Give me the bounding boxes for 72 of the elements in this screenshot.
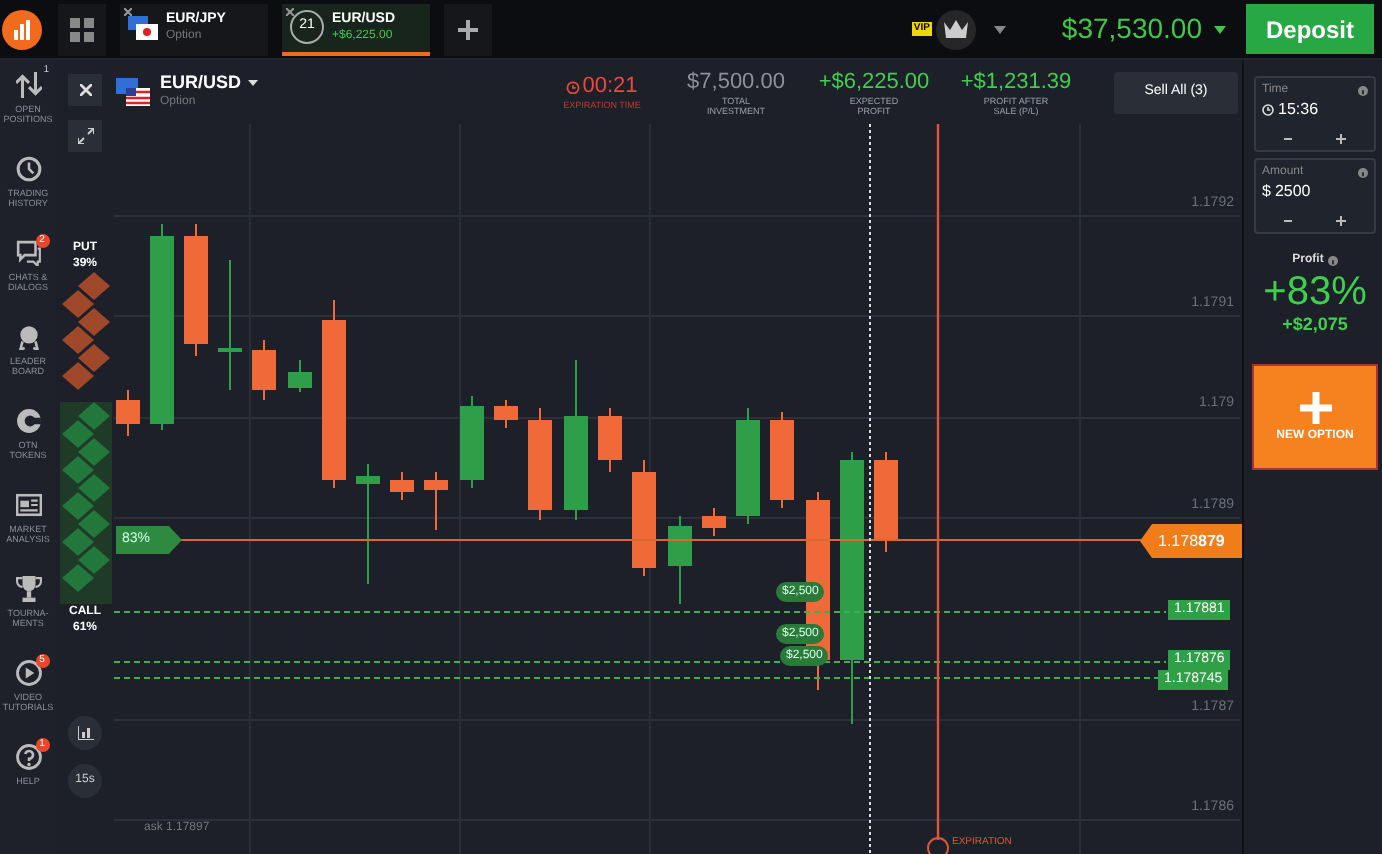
candle [288,359,312,393]
close-icon [124,7,132,15]
play-icon [15,660,41,686]
clock-icon [1262,104,1274,116]
stat-value: 00:21 [582,74,638,100]
arrows-icon [15,72,41,98]
chart-type-button[interactable] [68,716,102,750]
candle [874,451,898,553]
flag-icon [116,78,150,106]
grid-icon [70,17,94,41]
candle [598,407,622,473]
add-tab-button[interactable] [444,3,492,55]
current-price-tag: 1.178879 [1140,524,1242,558]
plus-icon [458,19,478,39]
minus-icon [1284,220,1293,222]
account-button[interactable] [935,9,976,49]
info-icon [1358,167,1368,177]
candle [252,339,276,401]
chat-icon [15,240,41,266]
candle [116,389,140,437]
profit-amount: +$2,075 [1282,314,1348,336]
candle [390,471,414,501]
deposit-button[interactable]: Deposit [1246,4,1374,54]
profit-percent: +83% [1263,270,1367,314]
clock-icon [15,156,41,182]
candle [356,463,380,585]
candle [218,259,242,391]
stat-value: +$6,225.00 [818,69,930,95]
help-icon [15,744,41,770]
coin-icon [15,408,41,434]
info-icon [1358,85,1368,95]
candle [184,223,208,357]
amount-value: 2500 [1274,180,1311,204]
plus-icon [1336,216,1347,226]
plus-icon [1336,134,1347,144]
candle [424,471,448,531]
flag-icon [128,15,158,39]
currency-symbol: $ [1262,180,1271,204]
crown-icon [943,20,968,38]
amount-field[interactable]: $ 2500 [1262,180,1368,204]
stat-value: $7,500.00 [687,69,785,95]
candle [770,411,794,509]
menu-button[interactable] [58,3,106,55]
asset-name[interactable]: EUR/USD [160,72,242,92]
time-value: 15:36 [1278,98,1319,122]
caret-icon [247,79,258,85]
balance-amount[interactable]: $37,530.00 [1061,8,1202,50]
candle [460,395,484,489]
candle [702,507,726,537]
medal-icon [15,324,41,350]
minus-icon [1284,138,1293,140]
close-icon [79,84,91,96]
newspaper-icon [15,492,41,518]
candle [494,399,518,429]
stat-value: +$1,231.39 [960,69,1072,95]
expand-button[interactable] [68,120,102,152]
caret-icon [993,25,1006,33]
candle [632,459,656,577]
alarm-icon [566,80,581,94]
close-button[interactable] [68,74,102,106]
close-icon [286,7,294,15]
caret-icon [1214,25,1226,33]
info-icon [1327,256,1338,266]
time-field[interactable]: 15:36 [1262,98,1368,122]
candle [528,407,552,521]
expand-icon [77,128,93,144]
bar-chart-icon [77,726,93,740]
trophy-icon [15,576,41,602]
logo-icon [2,9,42,49]
plus-icon [1299,391,1331,423]
candle [668,515,692,605]
candle [736,407,760,525]
